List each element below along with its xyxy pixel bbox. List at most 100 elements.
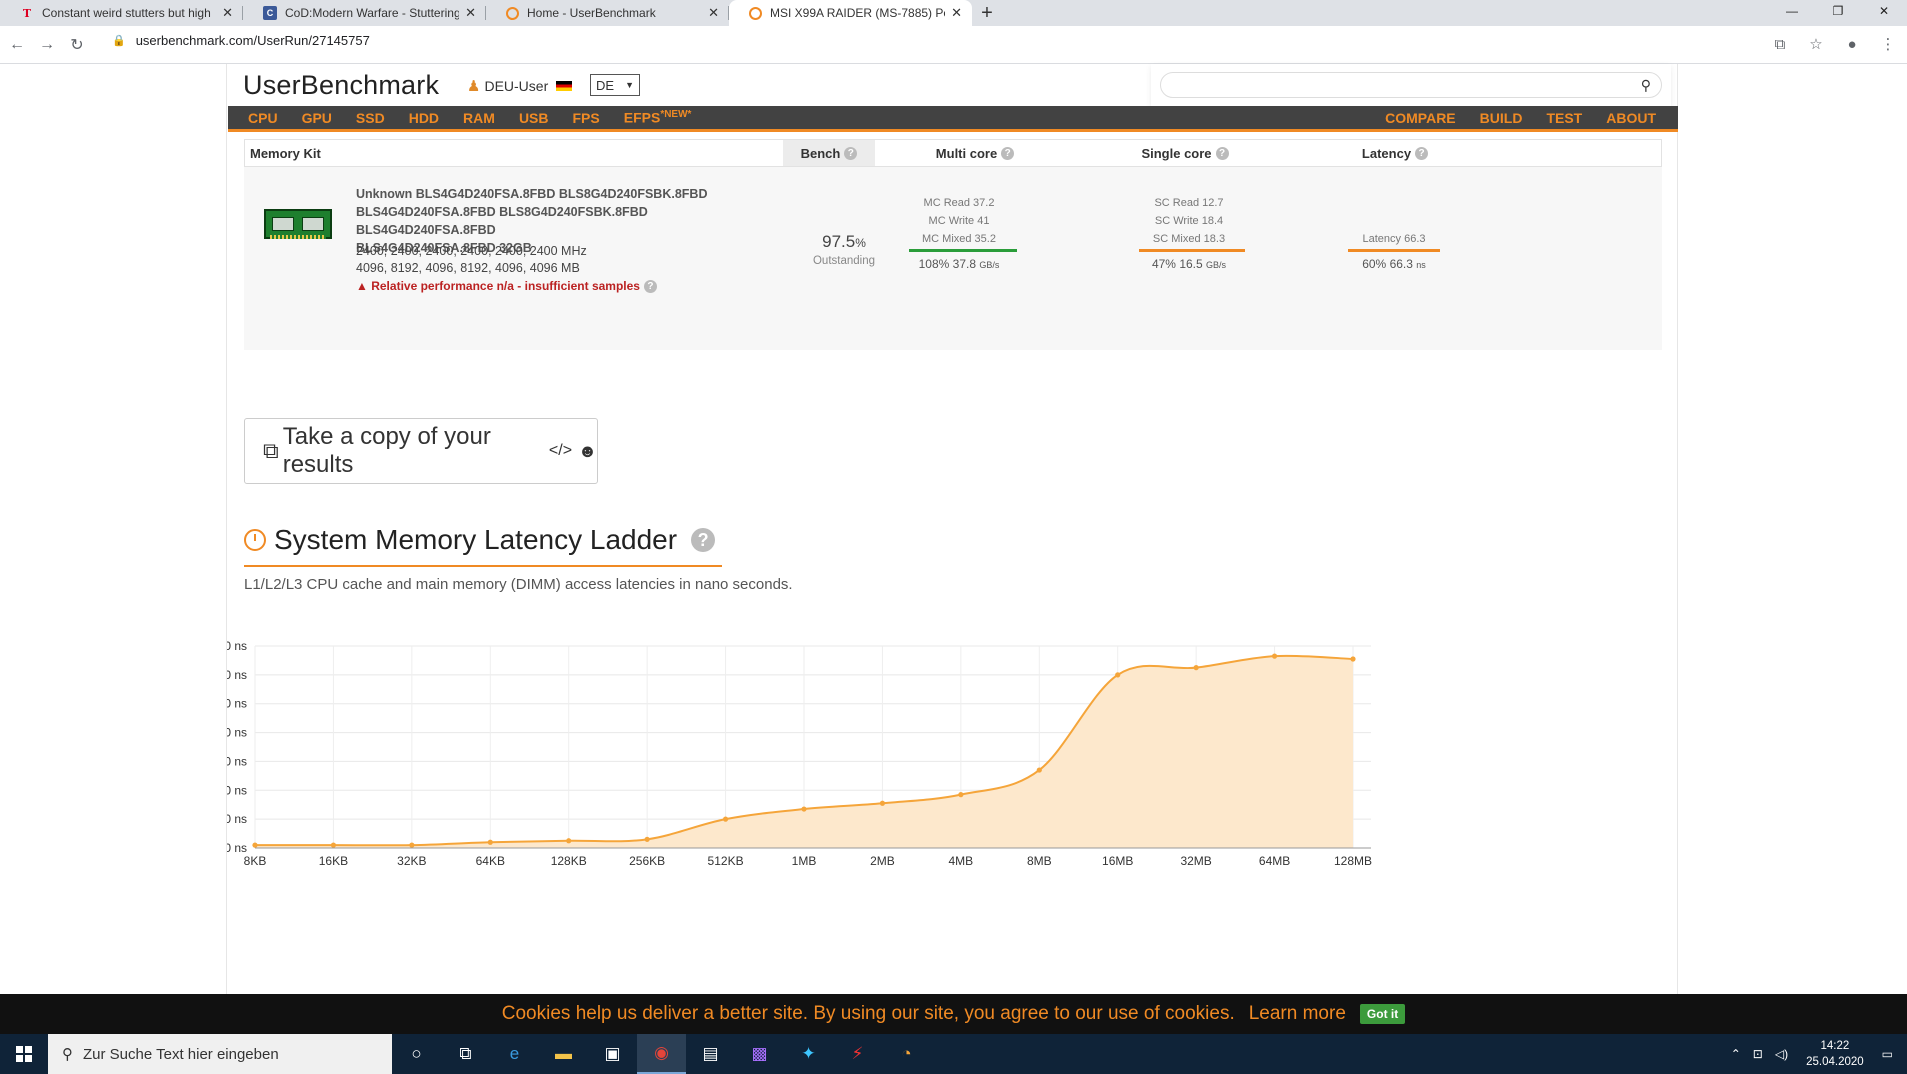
battlenet-icon[interactable]: ✦	[784, 1034, 833, 1074]
close-window-icon[interactable]: ✕	[1861, 0, 1907, 22]
metric-value: 16.5	[1179, 257, 1203, 271]
lock-icon: 🔒	[112, 35, 126, 47]
nav-test[interactable]: TEST	[1534, 110, 1594, 126]
restore-icon[interactable]: ❐	[1815, 0, 1861, 22]
header-label: Memory Kit	[250, 145, 321, 161]
browser-tab[interactable]: C CoD:Modern Warfare - Stuttering ✕	[243, 0, 486, 26]
metric-pct: 108%	[918, 257, 950, 271]
volume-icon[interactable]: ◁)	[1775, 1047, 1788, 1061]
data-point	[330, 842, 337, 848]
title-underline	[244, 565, 722, 567]
translate-icon[interactable]: ⧉	[1769, 33, 1791, 55]
forward-icon[interactable]: →	[34, 30, 60, 60]
browser-tab[interactable]: T Constant weird stutters but high ✕	[0, 0, 243, 26]
nav-fps[interactable]: FPS	[561, 110, 612, 126]
bolt-app-icon[interactable]: ⚡	[833, 1034, 882, 1074]
close-tab-icon[interactable]: ✕	[465, 5, 476, 21]
reload-icon[interactable]: ↻	[64, 30, 90, 60]
x-tick-label: 64KB	[476, 854, 505, 868]
user-badge[interactable]: ♟ DEU-User	[467, 77, 573, 95]
copy-results-button[interactable]: ⧉ Take a copy of your results </> ☻	[244, 418, 598, 484]
nav-compare[interactable]: COMPARE	[1373, 110, 1468, 126]
back-icon[interactable]: ←	[4, 30, 30, 60]
nav-usb[interactable]: USB	[507, 110, 561, 126]
nav-build[interactable]: BUILD	[1468, 110, 1535, 126]
browser-tab-bar: T Constant weird stutters but high ✕ C C…	[0, 0, 1907, 26]
browser-tab[interactable]: Home - UserBenchmark ✕	[486, 0, 729, 26]
userbenchmark-icon[interactable]: ◔	[882, 1034, 931, 1074]
got-it-button[interactable]: Got it	[1359, 1004, 1406, 1024]
taskbar-search-input[interactable]: ⚲ Zur Suche Text hier eingeben	[48, 1034, 392, 1074]
x-tick-label: 16KB	[319, 854, 348, 868]
y-tick-label: 40 ns	[227, 726, 247, 740]
taskbar-clock[interactable]: 14:22 25.04.2020	[1806, 1038, 1864, 1070]
nav-cpu[interactable]: CPU	[228, 110, 290, 126]
search-input[interactable]: ⚲	[1160, 72, 1662, 98]
edge-icon[interactable]: e	[490, 1034, 539, 1074]
store-icon[interactable]: ▣	[588, 1034, 637, 1074]
network-icon[interactable]: ⊡	[1753, 1047, 1763, 1061]
tab-favicon-icon	[506, 6, 519, 20]
code-icon[interactable]: </>	[549, 442, 572, 460]
start-button[interactable]	[0, 1034, 48, 1074]
task-view-icon[interactable]: ⧉	[441, 1034, 490, 1074]
help-icon[interactable]: ?	[691, 528, 716, 552]
data-point	[487, 839, 493, 845]
metric-bar	[1139, 249, 1245, 252]
data-point	[644, 836, 650, 842]
data-point	[879, 800, 886, 806]
warning-text: Relative performance n/a - insufficient …	[371, 279, 640, 293]
app-window-icon[interactable]: ▤	[686, 1034, 735, 1074]
help-icon[interactable]: ?	[1215, 146, 1229, 160]
close-tab-icon[interactable]: ✕	[708, 5, 719, 21]
tab-favicon-icon	[749, 6, 762, 20]
search-icon[interactable]: ⚲	[1641, 77, 1651, 94]
header-multi-core[interactable]: Multi core?	[875, 140, 1075, 166]
close-tab-icon[interactable]: ✕	[222, 5, 233, 21]
minimize-icon[interactable]: —	[1769, 0, 1815, 22]
chrome-icon[interactable]: ◉	[637, 1034, 686, 1074]
header-bench[interactable]: Bench?	[783, 140, 875, 166]
nav-ram[interactable]: RAM	[451, 110, 507, 126]
help-icon[interactable]: ?	[1415, 146, 1429, 160]
bench-score-unit: %	[855, 236, 866, 250]
header-memory-kit: Memory Kit	[245, 140, 783, 166]
nav-ssd[interactable]: SSD	[344, 110, 397, 126]
cortana-icon[interactable]: ○	[392, 1034, 441, 1074]
header-label: Latency	[1361, 145, 1412, 161]
dropdown-arrow-icon: ▼	[625, 80, 634, 90]
twitch-icon[interactable]: ▩	[735, 1034, 784, 1074]
learn-more-link[interactable]: Learn more	[1249, 1003, 1346, 1025]
header-single-core[interactable]: Single core?	[1075, 140, 1295, 166]
memory-pins	[270, 235, 326, 239]
nav-about[interactable]: ABOUT	[1594, 110, 1678, 126]
nav-efps[interactable]: EFPS*NEW*	[612, 109, 704, 126]
memory-kit-table: Memory Kit Bench? Multi core? Single cor…	[244, 139, 1662, 350]
file-explorer-icon[interactable]: ▬	[539, 1034, 588, 1074]
help-icon[interactable]: ?	[643, 279, 657, 293]
url-field[interactable]: 🔒 userbenchmark.com/UserRun/27145757	[112, 33, 370, 48]
nav-hdd[interactable]: HDD	[397, 110, 451, 126]
x-tick-label: 8KB	[244, 854, 267, 868]
tab-title: MSI X99A RAIDER (MS-7885) Per	[770, 6, 946, 20]
notifications-icon[interactable]: ▭	[1882, 1047, 1893, 1061]
help-icon[interactable]: ?	[844, 146, 858, 160]
nav-gpu[interactable]: GPU	[290, 110, 344, 126]
profile-icon[interactable]: ●	[1841, 33, 1863, 55]
menu-dots-icon[interactable]: ⋮	[1877, 33, 1899, 55]
help-icon[interactable]: ?	[1001, 146, 1015, 160]
metric-line: MC Mixed 35.2	[922, 233, 996, 245]
close-tab-icon[interactable]: ✕	[951, 5, 962, 21]
new-badge: *NEW*	[660, 109, 692, 121]
browser-tab-active[interactable]: MSI X99A RAIDER (MS-7885) Per ✕	[729, 0, 972, 26]
new-tab-button[interactable]: +	[972, 0, 1002, 26]
site-logo[interactable]: UserBenchmark	[243, 70, 439, 101]
metric-bar	[909, 249, 1017, 252]
reddit-icon[interactable]: ☻	[578, 441, 597, 462]
copy-results-label: Take a copy of your results	[282, 423, 491, 478]
tray-chevron-icon[interactable]: ⌃	[1731, 1047, 1741, 1061]
bookmark-star-icon[interactable]: ☆	[1805, 33, 1827, 55]
header-latency[interactable]: Latency?	[1295, 140, 1495, 166]
memory-module-image[interactable]	[264, 209, 332, 239]
language-select[interactable]: DE ▼	[590, 74, 640, 96]
